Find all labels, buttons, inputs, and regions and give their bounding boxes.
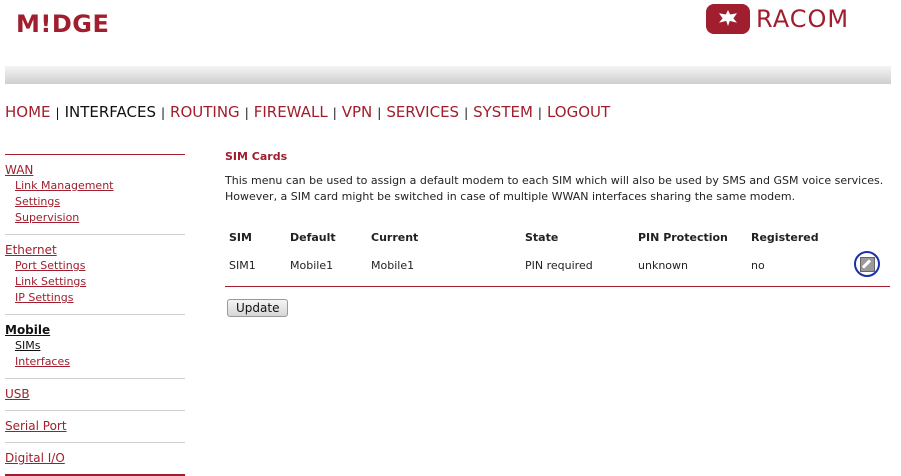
edit-icon[interactable] [854,251,880,277]
top-navigation: HOME | INTERFACES | ROUTING | FIREWALL | VPN | SER… [5,103,610,121]
sidebar-group-ethernet: Ethernet Port Settings Link Settings IP … [5,235,185,315]
nav-interfaces[interactable]: INTERFACES [65,103,156,121]
nav-firewall[interactable]: FIREWALL [254,103,328,121]
nav-separator: | [464,106,469,120]
midge-logo: M!DGE [16,10,110,38]
sidebar-item-port-settings[interactable]: Port Settings [5,258,185,274]
sidebar: WAN Link Management Settings Supervision… [5,154,185,476]
racom-maple-leaf-icon [706,4,750,34]
main-content: SIM Cards This menu can be used to assig… [225,146,890,317]
sidebar-group-wan: WAN Link Management Settings Supervision [5,154,185,235]
sidebar-item-supervision[interactable]: Supervision [5,210,185,226]
cell-current: Mobile1 [367,248,521,287]
sidebar-item-settings[interactable]: Settings [5,194,185,210]
nav-routing[interactable]: ROUTING [170,103,240,121]
sidebar-group-usb: USB [5,379,185,411]
sidebar-ethernet[interactable]: Ethernet [5,242,185,258]
nav-vpn[interactable]: VPN [342,103,373,121]
nav-separator: | [55,106,60,120]
col-pin-protection: PIN Protection [638,230,728,244]
nav-home[interactable]: HOME [5,103,51,121]
col-registered: Registered [751,230,819,244]
sidebar-item-link-management[interactable]: Link Management [5,178,185,194]
update-button[interactable]: Update [227,299,289,317]
nav-separator: | [332,106,337,120]
nav-system[interactable]: SYSTEM [473,103,533,121]
sidebar-group-digital-io: Digital I/O [5,443,185,476]
cell-state: PIN required [521,248,634,287]
cell-registered: no [747,248,852,287]
cell-actions [852,248,890,287]
col-actions [852,226,890,248]
nav-separator: | [377,106,382,120]
nav-services[interactable]: SERVICES [386,103,459,121]
sidebar-serial-port[interactable]: Serial Port [5,418,185,434]
table-header-row: SIM Default Current State PIN Protection… [225,226,890,248]
sidebar-item-interfaces[interactable]: Interfaces [5,354,185,370]
nav-logout[interactable]: LOGOUT [547,103,610,121]
sidebar-group-serial-port: Serial Port [5,411,185,443]
col-current: Current [371,230,419,244]
racom-logo-text: RACOM [756,5,850,33]
page-description: This menu can be used to assign a defaul… [225,174,884,203]
sidebar-item-link-settings[interactable]: Link Settings [5,274,185,290]
sidebar-mobile[interactable]: Mobile [5,322,185,338]
nav-separator: | [537,106,542,120]
edit-icon-glyph [860,257,875,272]
sidebar-item-sims[interactable]: SIMs [5,338,185,354]
sidebar-item-ip-settings[interactable]: IP Settings [5,290,185,306]
cell-pin-protection: unknown [634,248,747,287]
table-row: SIM1 Mobile1 Mobile1 PIN required unknow… [225,248,890,287]
racom-logo: RACOM [706,3,849,35]
sidebar-group-mobile: Mobile SIMs Interfaces [5,315,185,379]
header-band [5,66,891,84]
nav-separator: | [161,106,166,120]
col-state: State [525,230,559,244]
col-default: Default [290,230,336,244]
col-sim: SIM [229,230,252,244]
sidebar-wan[interactable]: WAN [5,162,185,178]
sim-table: SIM Default Current State PIN Protection… [225,226,890,287]
cell-sim: SIM1 [225,248,286,287]
sidebar-digital-io[interactable]: Digital I/O [5,450,185,466]
cell-default: Mobile1 [286,248,367,287]
page-title: SIM Cards [225,150,288,163]
sidebar-usb[interactable]: USB [5,386,185,402]
nav-separator: | [244,106,249,120]
